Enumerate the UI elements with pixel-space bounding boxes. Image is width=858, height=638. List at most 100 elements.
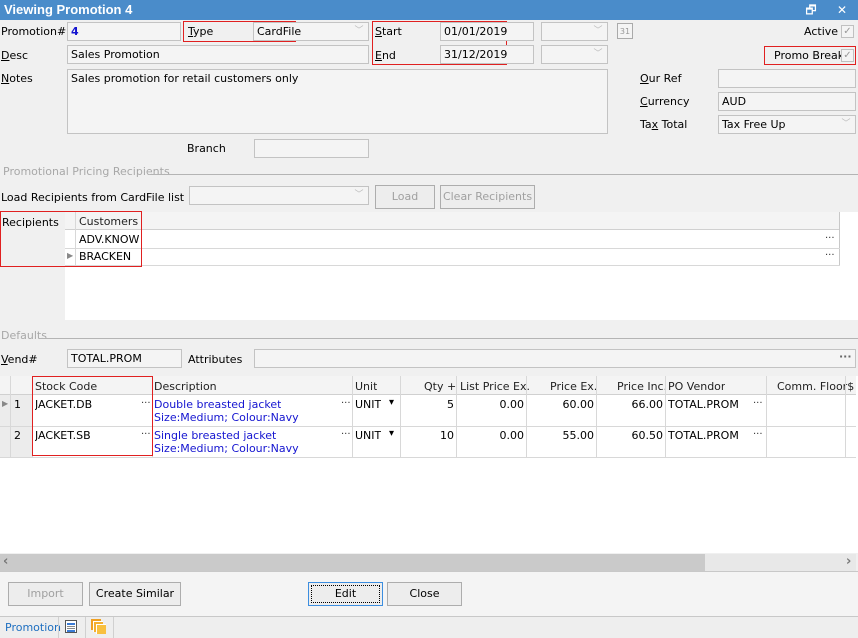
- po-vendor: TOTAL.PROM: [668, 398, 739, 411]
- description-line1: Double breasted jacket: [154, 398, 282, 411]
- recipient-row[interactable]: ▶ BRACKEN ···: [65, 249, 839, 265]
- scroll-right-icon[interactable]: ›: [846, 554, 851, 569]
- price-ex: 55.00: [562, 429, 595, 442]
- section-divider: [40, 338, 858, 339]
- promotion-number-field[interactable]: 4: [67, 22, 181, 41]
- lookup-ellipsis-button[interactable]: ···: [825, 233, 835, 244]
- start-label: Start: [375, 25, 402, 38]
- cardfile-list-select[interactable]: ﹀: [189, 186, 369, 205]
- tax-total-label: Tax Total: [640, 118, 688, 131]
- column-header-comm-floor[interactable]: Comm. Floor$: [777, 380, 854, 393]
- document-icon[interactable]: [65, 620, 77, 633]
- grid-divider: [65, 265, 840, 266]
- import-button[interactable]: Import: [8, 582, 83, 606]
- promo-break-checkbox[interactable]: ✓: [841, 49, 854, 62]
- description-lookup-button[interactable]: ···: [341, 429, 351, 440]
- price-inc: 66.00: [631, 398, 664, 411]
- vendor-lookup-button[interactable]: ···: [753, 398, 763, 409]
- desc-label: Desc: [1, 49, 29, 62]
- stock-code-highlight: [32, 376, 153, 456]
- vend-label: Vend#: [1, 353, 38, 366]
- chevron-down-icon: ﹀: [593, 26, 603, 36]
- horizontal-scrollbar[interactable]: ‹ ›: [0, 554, 856, 571]
- vendor-lookup-button[interactable]: ···: [753, 429, 763, 440]
- recipients-grid-header: [65, 212, 840, 230]
- chevron-down-icon: ﹀: [354, 26, 364, 36]
- end-time-select[interactable]: ﹀: [541, 45, 608, 64]
- column-header-qty[interactable]: Qty +: [424, 380, 456, 393]
- grid-divider: [839, 212, 840, 266]
- vend-field[interactable]: TOTAL.PROM: [67, 349, 182, 368]
- row-number: 2: [14, 429, 21, 442]
- edit-button[interactable]: Edit: [308, 582, 383, 606]
- unit-dropdown-icon[interactable]: ▾: [389, 428, 394, 439]
- section-divider: [150, 174, 858, 175]
- active-label: Active: [804, 25, 839, 38]
- end-label: End: [375, 49, 396, 62]
- folders-icon[interactable]: [91, 619, 107, 635]
- active-checkbox[interactable]: ✓: [841, 25, 854, 38]
- unit-dropdown-icon[interactable]: ▾: [389, 397, 394, 408]
- scroll-left-icon[interactable]: ‹: [3, 554, 8, 569]
- qty: 5: [447, 398, 454, 411]
- unit[interactable]: UNIT: [355, 429, 381, 442]
- clear-recipients-button[interactable]: Clear Recipients: [440, 185, 535, 209]
- po-vendor: TOTAL.PROM: [668, 429, 739, 442]
- tab-promotion[interactable]: Promotion: [5, 621, 61, 634]
- column-header-price-inc[interactable]: Price Inc.: [617, 380, 667, 393]
- price-inc: 60.50: [631, 429, 664, 442]
- divider: [58, 617, 59, 638]
- chevron-down-icon: ﹀: [593, 49, 603, 59]
- type-label: Type: [188, 25, 214, 38]
- branch-label: Branch: [187, 142, 226, 155]
- chevron-down-icon: ﹀: [354, 190, 364, 200]
- desc-field[interactable]: Sales Promotion: [67, 45, 369, 64]
- end-date-field[interactable]: 31/12/2019: [440, 45, 534, 64]
- price-ex: 60.00: [562, 398, 595, 411]
- promotion-number-label: Promotion#: [1, 25, 67, 38]
- attributes-label: Attributes: [188, 353, 243, 366]
- tax-total-select[interactable]: Tax Free Up ﹀: [718, 115, 856, 134]
- chevron-down-icon: ﹀: [841, 119, 851, 129]
- branch-field[interactable]: [254, 139, 369, 158]
- divider: [113, 617, 114, 638]
- column-header-price-ex[interactable]: Price Ex.: [550, 380, 597, 393]
- create-similar-button[interactable]: Create Similar: [89, 582, 181, 606]
- type-select[interactable]: CardFile ﹀: [253, 22, 369, 41]
- currency-field[interactable]: AUD: [718, 92, 856, 111]
- calendar-icon[interactable]: 31: [617, 23, 633, 39]
- start-time-select[interactable]: ﹀: [541, 22, 608, 41]
- close-icon[interactable]: ✕: [834, 2, 850, 18]
- window-title: Viewing Promotion 4: [4, 2, 133, 17]
- column-header-po-vendor[interactable]: PO Vendor: [668, 380, 725, 393]
- start-date-field[interactable]: 01/01/2019: [440, 22, 534, 41]
- recipients-section-title: Promotional Pricing Recipients: [3, 165, 170, 178]
- unit[interactable]: UNIT: [355, 398, 381, 411]
- grid-divider: [0, 457, 856, 458]
- close-button[interactable]: Close: [387, 582, 462, 606]
- restore-window-icon[interactable]: 🗗: [803, 2, 819, 18]
- attributes-field[interactable]: [254, 349, 856, 368]
- recipients-grid: Customers ADV.KNOW ··· ▶ BRACKEN ···: [65, 212, 858, 320]
- recipients-highlight: [0, 211, 142, 267]
- description-line2: Size:Medium; Colour:Navy: [154, 442, 299, 455]
- divider: [85, 617, 86, 638]
- items-grid: Stock Code Description Unit Qty + List P…: [0, 376, 858, 553]
- lookup-ellipsis-button[interactable]: ···: [825, 250, 835, 261]
- title-bar: Viewing Promotion 4 🗗 ✕: [0, 0, 858, 20]
- our-ref-label: Our Ref: [640, 72, 682, 85]
- description-lookup-button[interactable]: ···: [341, 398, 351, 409]
- our-ref-field[interactable]: [718, 69, 856, 88]
- recipient-row[interactable]: ADV.KNOW ···: [65, 231, 839, 248]
- column-header-list-price-ex[interactable]: List Price Ex.: [460, 380, 530, 393]
- attributes-ellipsis-button[interactable]: ···: [839, 350, 852, 363]
- list-price-ex: 0.00: [499, 398, 525, 411]
- load-button[interactable]: Load: [375, 185, 435, 209]
- description-line2: Size:Medium; Colour:Navy: [154, 411, 299, 424]
- tax-total-value: Tax Free Up: [722, 118, 786, 131]
- scrollbar-thumb[interactable]: [0, 554, 705, 571]
- load-recipients-label: Load Recipients from CardFile list: [1, 191, 185, 204]
- notes-textarea[interactable]: Sales promotion for retail customers onl…: [67, 69, 608, 134]
- column-header-unit[interactable]: Unit: [355, 380, 377, 393]
- column-header-description[interactable]: Description: [154, 380, 217, 393]
